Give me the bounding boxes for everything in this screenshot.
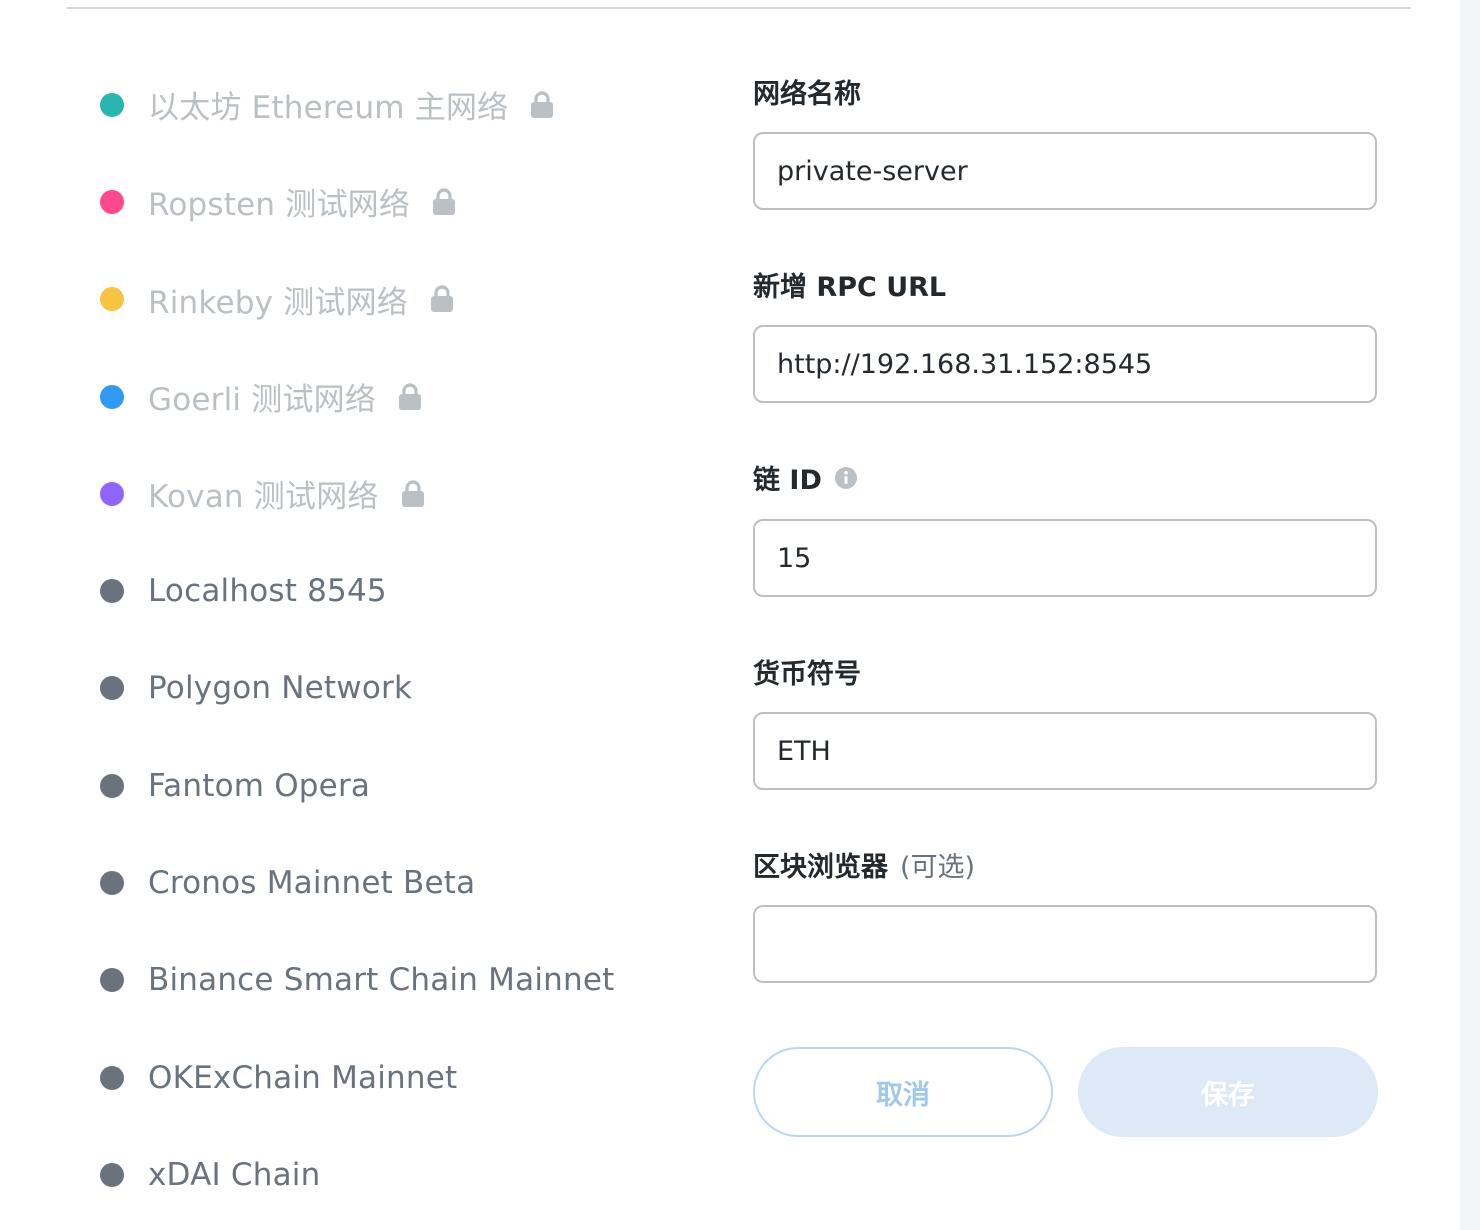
network-label: 以太坊 Ethereum 主网络 (148, 90, 509, 127)
network-status-dot (100, 968, 124, 993)
block-explorer-label: 区块浏览器 (可选) (753, 845, 975, 884)
lock-icon (401, 480, 425, 508)
cancel-button[interactable]: 取消 (753, 1047, 1053, 1137)
network-item[interactable]: Localhost 8545 (100, 542, 700, 639)
lock-icon (430, 285, 454, 313)
network-name-label: 网络名称 (753, 79, 861, 110)
network-item[interactable]: Rinkeby 测试网络 (100, 251, 700, 348)
network-status-dot (100, 773, 124, 798)
network-label: Cronos Mainnet Beta (148, 865, 476, 902)
network-status-dot (100, 1162, 124, 1187)
network-label: Kovan 测试网络 (148, 479, 379, 516)
lock-icon (398, 382, 422, 411)
save-button[interactable]: 保存 (1078, 1047, 1378, 1137)
save-button-label: 保存 (1201, 1079, 1255, 1111)
network-label: Fantom Opera (148, 767, 371, 804)
network-label: Goerli 测试网络 (148, 382, 377, 419)
network-item[interactable]: 以太坊 Ethereum 主网络 (100, 56, 700, 153)
chain-id-label: 链 ID (753, 458, 858, 497)
network-status-dot (100, 871, 124, 896)
lock-icon (530, 91, 554, 119)
network-label: Localhost 8545 (148, 573, 387, 610)
network-label: Rinkeby 测试网络 (148, 284, 408, 321)
network-label: xDAI Chain (148, 1156, 321, 1193)
network-label: Polygon Network (148, 670, 413, 707)
network-item[interactable]: Cronos Mainnet Beta (100, 834, 700, 931)
network-item[interactable]: Kovan 测试网络 (100, 445, 700, 542)
network-status-dot (100, 92, 124, 117)
currency-symbol-label: 货币符号 (753, 659, 861, 690)
lock-icon (432, 188, 456, 216)
optional-tag: (可选) (900, 852, 976, 883)
currency-symbol-input[interactable] (753, 712, 1377, 790)
chain-id-input[interactable] (753, 519, 1377, 597)
network-item[interactable]: Goerli 测试网络 (100, 348, 700, 445)
rpc-url-label: 新增 RPC URL (753, 272, 947, 303)
network-status-dot (100, 287, 124, 312)
network-status-dot (100, 384, 124, 409)
network-status-dot (100, 676, 124, 701)
cancel-button-label: 取消 (876, 1079, 930, 1111)
network-item[interactable]: Binance Smart Chain Mainnet (100, 932, 700, 1029)
network-item[interactable]: Polygon Network (100, 640, 700, 737)
info-icon[interactable] (834, 466, 858, 490)
network-item[interactable]: xDAI Chain (100, 1126, 700, 1223)
rpc-url-input[interactable] (753, 325, 1377, 403)
network-item[interactable]: OKExChain Mainnet (100, 1029, 700, 1126)
network-label: OKExChain Mainnet (148, 1059, 458, 1096)
network-status-dot (100, 189, 124, 214)
network-label: Ropsten 测试网络 (148, 187, 411, 224)
network-label: Binance Smart Chain Mainnet (148, 962, 615, 999)
network-settings-page: 以太坊 Ethereum 主网络 Ropsten 测试网络 Rinkeby 测试网络… (0, 0, 1480, 1230)
network-name-input[interactable] (753, 132, 1377, 210)
top-divider (67, 7, 1411, 9)
network-status-dot (100, 579, 124, 604)
network-list: 以太坊 Ethereum 主网络 Ropsten 测试网络 Rinkeby 测试网络… (100, 56, 700, 1224)
network-item[interactable]: Ropsten 测试网络 (100, 153, 700, 250)
network-item[interactable]: Fantom Opera (100, 737, 700, 834)
network-status-dot (100, 481, 124, 506)
network-status-dot (100, 1065, 124, 1090)
block-explorer-input[interactable] (753, 905, 1377, 983)
scrollbar-track[interactable] (1460, 0, 1480, 1230)
